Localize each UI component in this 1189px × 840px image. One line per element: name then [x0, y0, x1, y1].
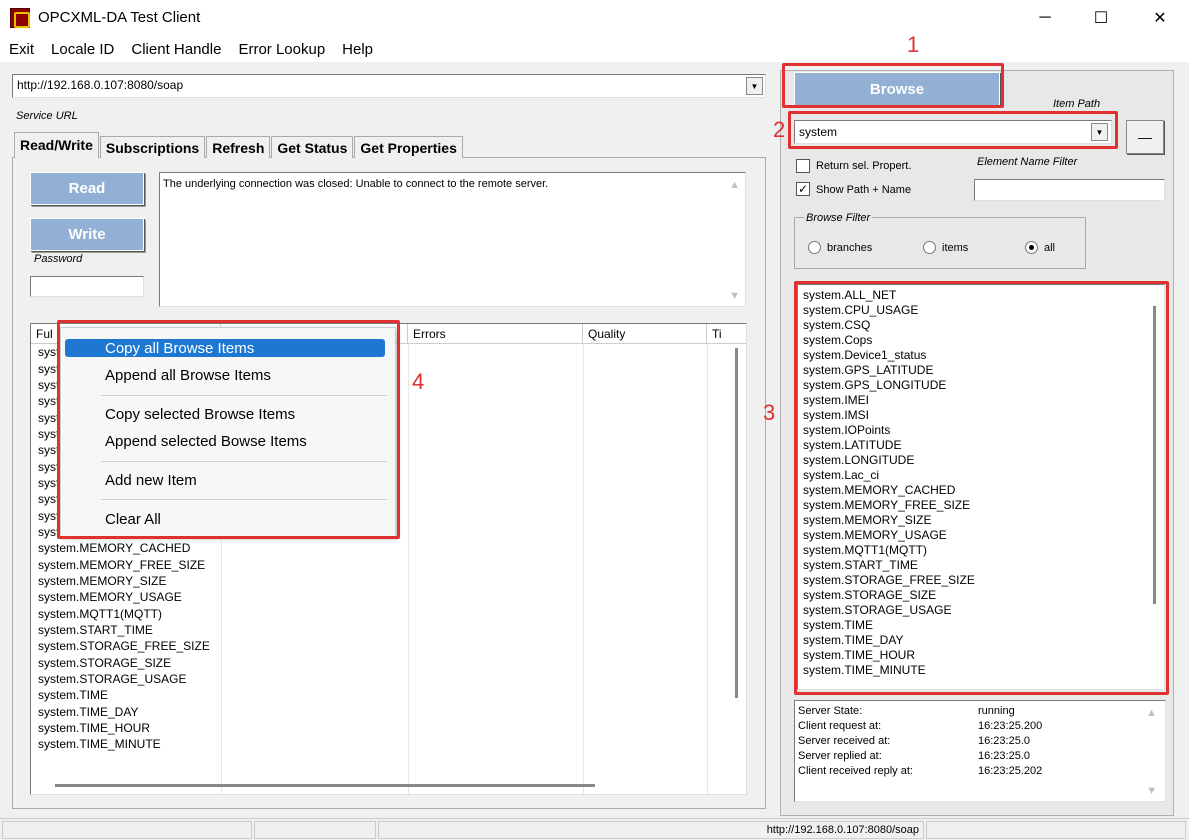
status-row: Client received reply at: 16:23:25.202: [798, 765, 1162, 780]
scroll-up-icon[interactable]: ▲: [1146, 707, 1157, 719]
annotation-box-browse-list: [794, 281, 1169, 695]
service-url-label: Service URL: [16, 110, 78, 122]
table-row[interactable]: system.TIME: [31, 687, 210, 703]
status-value: 16:23:25.200: [978, 720, 1043, 732]
status-key: Server received at:: [798, 735, 891, 747]
title-bar: OPCXML-DA Test Client ─ ☐ ✕: [0, 0, 1189, 36]
service-url-combo[interactable]: http://192.168.0.107:8080/soap ▼: [12, 74, 766, 98]
show-path-label: Show Path + Name: [816, 184, 912, 196]
message-box[interactable]: The underlying connection was closed: Un…: [159, 172, 746, 307]
status-key: Server State:: [798, 705, 863, 717]
service-url-value: http://192.168.0.107:8080/soap: [17, 78, 184, 92]
annotation-number-4: 4: [412, 369, 425, 394]
element-name-filter-input[interactable]: [974, 179, 1165, 201]
close-button[interactable]: ✕: [1137, 0, 1183, 36]
menu-help[interactable]: Help: [342, 41, 373, 58]
item-path-label: Item Path: [1053, 98, 1101, 110]
table-row[interactable]: system.MEMORY_FREE_SIZE: [31, 556, 210, 572]
maximize-button[interactable]: ☐: [1078, 0, 1124, 36]
menu-exit[interactable]: Exit: [9, 41, 34, 58]
scroll-down-icon[interactable]: ▼: [729, 290, 740, 302]
status-row: Server replied at: 16:23:25.0: [798, 750, 1162, 765]
statusbar-cell: [926, 821, 1186, 839]
table-row[interactable]: system.MEMORY_SIZE: [31, 573, 210, 589]
annotation-box-item-path: [788, 111, 1118, 149]
password-field[interactable]: [30, 276, 144, 297]
filter-all-radio[interactable]: [1025, 241, 1038, 254]
table-horizontal-scrollbar[interactable]: [55, 784, 595, 787]
radio-selected-dot: [1029, 245, 1034, 250]
write-button[interactable]: Write: [30, 218, 144, 251]
table-row[interactable]: system.MEMORY_USAGE: [31, 589, 210, 605]
filter-branches-label: branches: [827, 242, 873, 254]
filter-all-label: all: [1044, 242, 1056, 254]
annotation-number-1: 1: [907, 32, 920, 57]
table-row[interactable]: system.TIME_MINUTE: [31, 736, 210, 752]
scroll-down-icon[interactable]: ▼: [1146, 785, 1157, 797]
menu-locale-id[interactable]: Locale ID: [51, 41, 114, 58]
statusbar-cell: [254, 821, 376, 839]
tab-get-properties[interactable]: Get Properties: [354, 136, 463, 158]
return-properties-label: Return sel. Propert.: [816, 160, 912, 172]
menu-client-handle[interactable]: Client Handle: [131, 41, 221, 58]
table-row[interactable]: system.START_TIME: [31, 622, 210, 638]
table-row[interactable]: system.TIME_DAY: [31, 704, 210, 720]
scroll-up-icon[interactable]: ▲: [729, 179, 740, 191]
dropdown-arrow-icon[interactable]: ▼: [746, 77, 763, 95]
status-key: Client request at:: [798, 720, 882, 732]
filter-items-radio[interactable]: [923, 241, 936, 254]
message-text: The underlying connection was closed: Un…: [163, 178, 549, 190]
status-value: 16:23:25.0: [978, 735, 1030, 747]
server-status-box: Server State: running Client request at: 16…: [794, 700, 1166, 802]
menu-error-lookup[interactable]: Error Lookup: [238, 41, 325, 58]
element-name-filter-label: Element Name Filter: [977, 156, 1078, 168]
tab-strip: Read/Write Subscriptions Refresh Get Sta…: [14, 132, 464, 158]
show-path-checkbox[interactable]: ✓: [796, 182, 810, 196]
status-value: running: [978, 705, 1015, 717]
col-header-errors[interactable]: Errors: [408, 324, 583, 343]
window-title: OPCXML-DA Test Client: [38, 9, 201, 26]
col-header-quality[interactable]: Quality: [583, 324, 707, 343]
annotation-box-browse: [782, 63, 1004, 108]
minimize-button[interactable]: ─: [1022, 0, 1068, 36]
menu-bar: Exit Locale ID Client Handle Error Looku…: [0, 36, 1189, 62]
tab-read-write[interactable]: Read/Write: [14, 132, 99, 158]
app-icon: [10, 8, 30, 28]
table-row[interactable]: system.STORAGE_FREE_SIZE: [31, 638, 210, 654]
table-row[interactable]: system.TIME_HOUR: [31, 720, 210, 736]
read-button[interactable]: Read: [30, 172, 144, 205]
item-path-picker-button[interactable]: —: [1126, 120, 1164, 154]
status-key: Client received reply at:: [798, 765, 913, 777]
table-row[interactable]: system.STORAGE_USAGE: [31, 671, 210, 687]
filter-branches-radio[interactable]: [808, 241, 821, 254]
status-row: Server received at: 16:23:25.0: [798, 735, 1162, 750]
status-key: Server replied at:: [798, 750, 882, 762]
annotation-box-context-menu: [57, 320, 400, 539]
table-row[interactable]: system.MEMORY_CACHED: [31, 540, 210, 556]
statusbar-cell: [2, 821, 252, 839]
status-row: Client request at: 16:23:25.200: [798, 720, 1162, 735]
tab-subscriptions[interactable]: Subscriptions: [99, 136, 206, 158]
return-properties-checkbox[interactable]: [796, 159, 810, 173]
table-row[interactable]: system.MQTT1(MQTT): [31, 606, 210, 622]
statusbar-url: http://192.168.0.107:8080/soap: [378, 821, 924, 839]
status-bar: http://192.168.0.107:8080/soap: [0, 818, 1189, 840]
tab-refresh[interactable]: Refresh: [206, 136, 271, 158]
status-value: 16:23:25.202: [978, 765, 1043, 777]
table-row[interactable]: system.STORAGE_SIZE: [31, 655, 210, 671]
password-label: Password: [34, 253, 83, 265]
table-vertical-scrollbar[interactable]: [735, 348, 738, 698]
column-divider: [583, 344, 584, 794]
col-header-timestamp[interactable]: Ti: [707, 324, 746, 343]
browse-filter-label: Browse Filter: [804, 212, 873, 224]
annotation-number-3: 3: [763, 400, 776, 425]
column-divider: [408, 344, 409, 794]
tab-get-status[interactable]: Get Status: [271, 136, 354, 158]
column-divider: [707, 344, 708, 794]
status-value: 16:23:25.0: [978, 750, 1030, 762]
annotation-number-2: 2: [773, 117, 786, 142]
filter-items-label: items: [942, 242, 969, 254]
status-row: Server State: running: [798, 705, 1162, 720]
